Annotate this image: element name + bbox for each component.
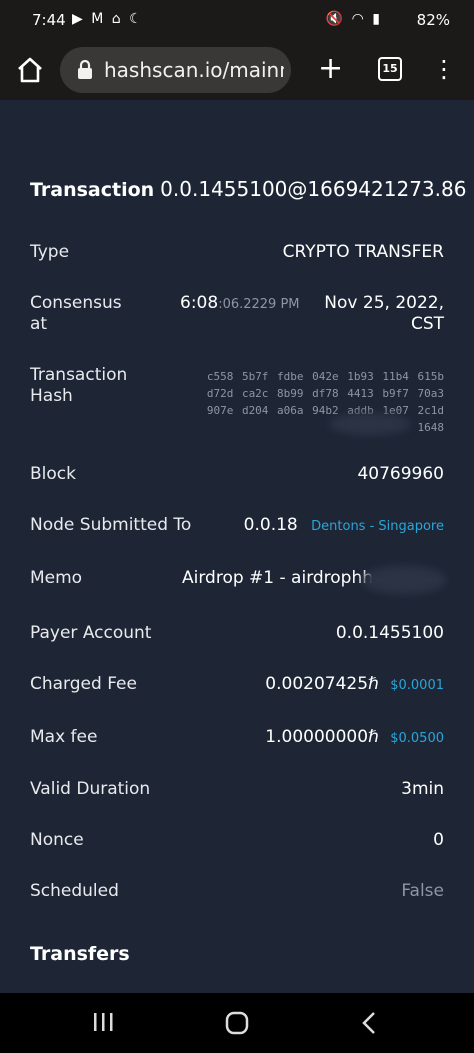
consensus-time-main: 6:08 (180, 293, 219, 313)
url-text: hashscan.io/mainne (104, 58, 284, 82)
type-value: CRYPTO TRANSFER (282, 242, 444, 262)
battery-percent: 82% (416, 11, 450, 29)
transaction-details: Transaction 0.0.1455100@1669421273.86 Typ… (0, 100, 474, 993)
tabs-icon[interactable]: 15 (378, 57, 402, 81)
hash-label-line2: Hash (30, 386, 73, 406)
consensus-label-line2: at (30, 314, 48, 334)
charged-fee-label: Charged Fee (30, 674, 137, 694)
scheduled-label: Scheduled (30, 881, 119, 901)
node-label: Node Submitted To (30, 515, 192, 535)
hash-line-1: c558 5b7f fdbe 042e 1b93 11b4 615b (206, 370, 444, 383)
hash-label: Transaction Hash (30, 365, 127, 407)
node-link[interactable]: Dentons - Singapore (311, 519, 444, 534)
consensus-date-line2: CST (410, 314, 444, 334)
consensus-date-line1: Nov 25, 2022, (324, 293, 444, 313)
consensus-label-line1: Consensus (30, 293, 122, 313)
charged-fee-value: 0.00207425ℏ $0.0001 (265, 674, 444, 696)
memo-value: Airdrop #1 - airdrophh (182, 568, 374, 588)
status-bar: 7:44 ▶ M ⌂ ☾ 🔇 ◠ ▮ 82% (0, 0, 474, 40)
system-icons: 🔇 ◠ ▮ (325, 11, 382, 27)
consensus-time-sub: :06.2229 PM (218, 297, 300, 312)
status-time: 7:44 (32, 11, 66, 29)
nonce-label: Nonce (30, 830, 84, 850)
type-label: Type (30, 242, 70, 262)
address-bar[interactable]: hashscan.io/mainne (60, 47, 291, 93)
transfers-heading: Transfers (30, 943, 130, 965)
block-label: Block (30, 464, 76, 484)
recent-apps-icon[interactable] (92, 1011, 114, 1033)
block-value: 40769960 (357, 464, 444, 484)
hash-label-line1: Transaction (30, 365, 128, 385)
node-id: 0.0.18 (243, 515, 298, 535)
valid-duration-value: 3min (401, 779, 444, 799)
payer-label: Payer Account (30, 623, 152, 643)
memo-label: Memo (30, 568, 83, 588)
page-title: Transaction 0.0.1455100@1669421273.86 (30, 177, 466, 201)
home-icon[interactable] (16, 56, 44, 84)
max-fee-label: Max fee (30, 727, 98, 747)
charged-fee-usd: $0.0001 (390, 678, 444, 693)
payer-value[interactable]: 0.0.1455100 (336, 623, 444, 644)
notification-icons: ▶ M ⌂ ☾ (72, 11, 144, 27)
valid-duration-label: Valid Duration (30, 779, 151, 799)
consensus-date: Nov 25, 2022, CST (324, 293, 444, 335)
scheduled-value: False (401, 881, 444, 901)
back-chevron-icon[interactable] (360, 1011, 378, 1035)
title-label: Transaction (30, 179, 155, 201)
nonce-value: 0 (433, 830, 444, 850)
hash-line-3: 907e d204 a06a 94b2 addb 1e07 2c1d (206, 404, 444, 417)
lock-icon (78, 60, 92, 79)
max-fee-hbar: 1.00000000ℏ (265, 727, 379, 747)
home-circle-icon[interactable] (225, 1011, 249, 1035)
hash-line-2: d72d ca2c 8b99 df78 4413 b9f7 70a3 (206, 387, 444, 400)
max-fee-usd: $0.0500 (390, 731, 444, 746)
charged-fee-hbar: 0.00207425ℏ (265, 674, 379, 694)
new-tab-plus-icon[interactable]: + (318, 54, 343, 84)
consensus-time: 6:08:06.2229 PM (180, 293, 300, 315)
title-value: 0.0.1455100@1669421273.86 (160, 177, 467, 201)
node-value: 0.0.18 Dentons - Singapore (244, 515, 444, 537)
browser-toolbar: hashscan.io/mainne + 15 ⋮ (0, 40, 474, 100)
memo-redaction-smudge (362, 566, 446, 594)
system-nav-bar (0, 993, 474, 1053)
redaction-smudge (330, 413, 410, 435)
consensus-label: Consensus at (30, 293, 122, 335)
max-fee-value: 1.00000000ℏ $0.0500 (265, 727, 444, 749)
more-vert-icon[interactable]: ⋮ (432, 54, 456, 84)
